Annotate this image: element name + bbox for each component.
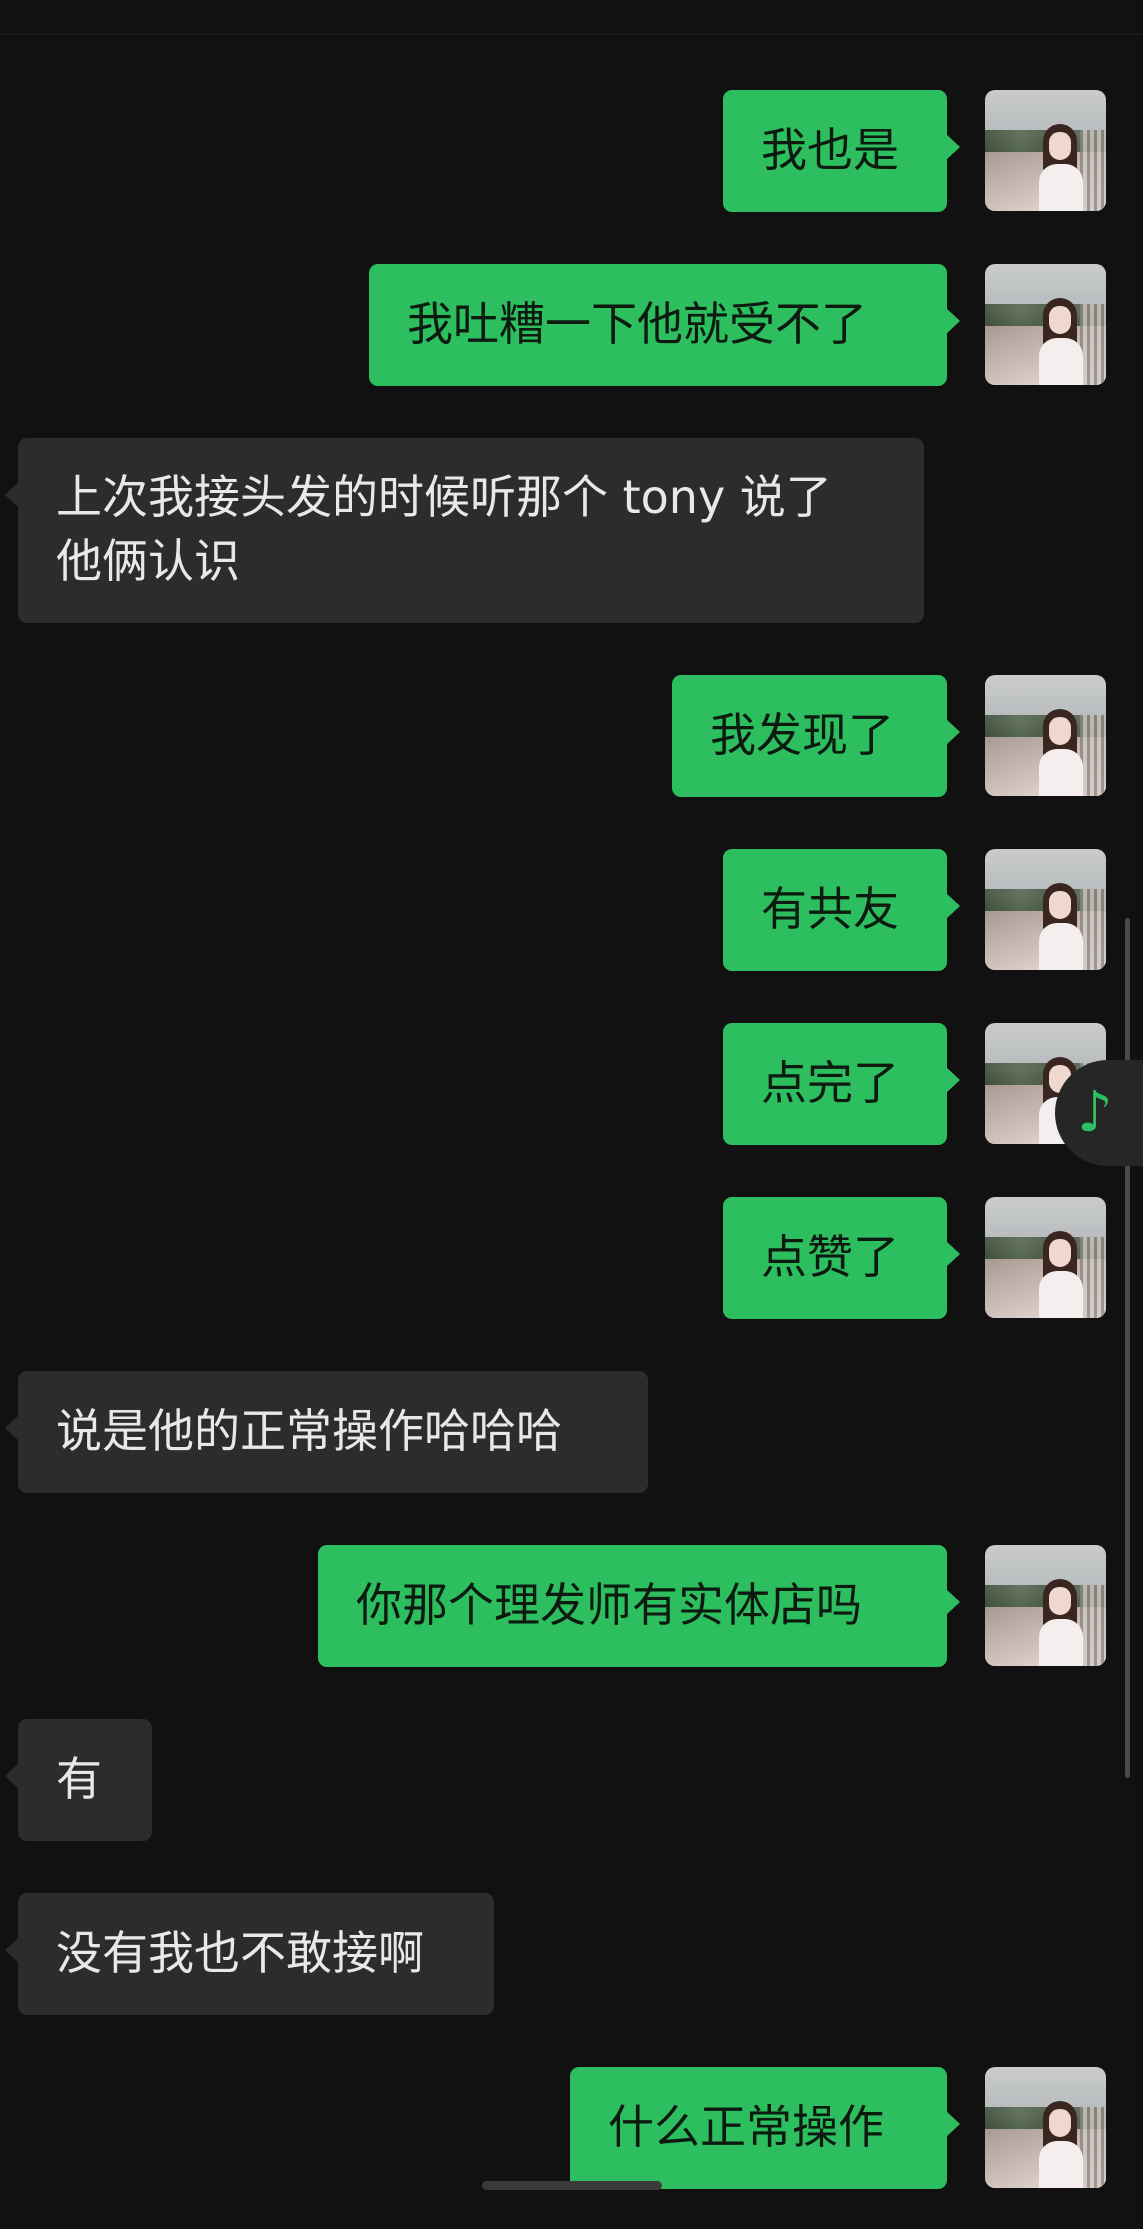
chat-message-list[interactable]: 我也是 我吐糟一下他就受不了 上次我接头发的时候听那个 tony 说了 他俩认识…: [0, 0, 1143, 2229]
home-indicator: [482, 2181, 662, 2190]
avatar[interactable]: [985, 90, 1106, 211]
avatar[interactable]: [985, 1545, 1106, 1666]
message-bubble[interactable]: 你那个理发师有实体店吗: [318, 1545, 960, 1667]
message-bubble[interactable]: 有: [5, 1719, 152, 1841]
message-bubble[interactable]: 点完了: [723, 1023, 960, 1145]
avatar[interactable]: [985, 849, 1106, 970]
message-bubble[interactable]: 什么正常操作: [570, 2067, 960, 2189]
avatar[interactable]: [985, 264, 1106, 385]
message-bubble[interactable]: 说是他的正常操作哈哈哈: [5, 1371, 648, 1493]
scrollbar[interactable]: [1125, 918, 1130, 1778]
message-bubble[interactable]: 我也是: [723, 90, 960, 212]
avatar[interactable]: [985, 2067, 1106, 2188]
message-bubble[interactable]: 没有我也不敢接啊: [5, 1893, 494, 2015]
music-note-icon: ♪: [1077, 1080, 1113, 1145]
message-bubble[interactable]: 有共友: [723, 849, 960, 971]
message-bubble[interactable]: 我吐糟一下他就受不了: [369, 264, 960, 386]
avatar[interactable]: [985, 675, 1106, 796]
message-bubble[interactable]: 点赞了: [723, 1197, 960, 1319]
avatar[interactable]: [985, 1197, 1106, 1318]
message-bubble[interactable]: 我发现了: [672, 675, 960, 797]
message-bubble[interactable]: 上次我接头发的时候听那个 tony 说了 他俩认识: [5, 438, 924, 623]
